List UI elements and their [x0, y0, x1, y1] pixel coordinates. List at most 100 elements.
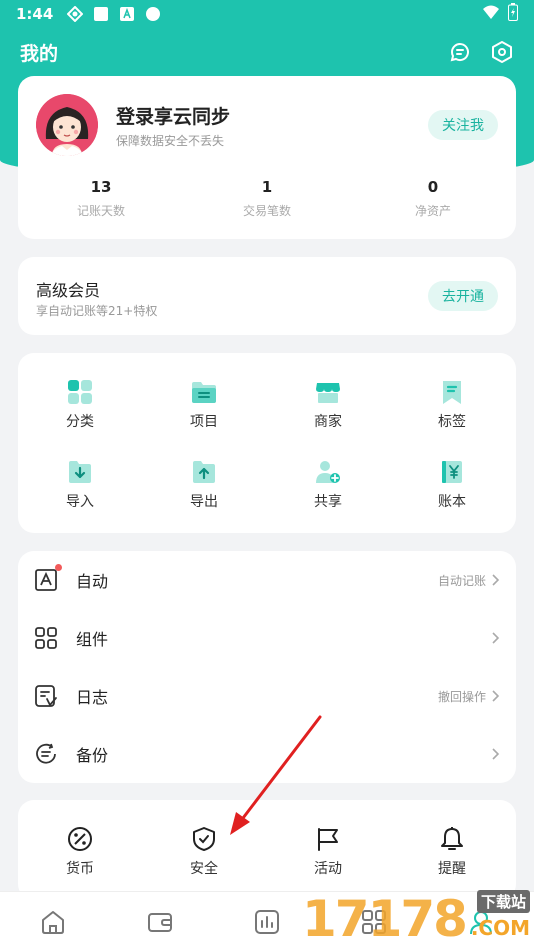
chevron-right-icon	[490, 689, 500, 703]
message-icon[interactable]	[448, 40, 472, 64]
stat-label: 净资产	[414, 204, 451, 218]
backup-icon	[34, 742, 58, 766]
project-folder-icon	[192, 382, 216, 403]
list-item-value: 撤回操作	[437, 689, 486, 704]
settings-list: 自动 自动记账 组件 日志 撤回操作 备份	[18, 551, 516, 783]
export-icon	[193, 461, 215, 483]
watermark-domain: .COM	[470, 916, 530, 940]
list-item-label: 自动	[76, 572, 109, 591]
list-item-auto[interactable]: 自动 自动记账	[18, 551, 516, 609]
chevron-right-icon	[490, 573, 500, 587]
ledger-yen-icon	[442, 461, 462, 483]
circle-notification-icon	[145, 6, 161, 22]
feature-grid: 分类 项目 商家 标签 导入 导出 共享 账本	[18, 353, 516, 533]
auto-a-icon	[34, 564, 62, 592]
grid-item-label: 商家	[314, 414, 342, 430]
vip-open-button[interactable]: 去开通	[428, 281, 498, 311]
bookmark-tag-icon	[443, 381, 461, 404]
widget-grid-icon	[34, 626, 58, 650]
tool-label: 活动	[314, 861, 342, 877]
chevron-right-icon	[490, 631, 500, 645]
shield-check-icon	[193, 827, 215, 851]
grid-item-tag[interactable]: 标签	[390, 379, 514, 449]
notification-badge	[55, 564, 62, 571]
list-item-label: 组件	[76, 630, 109, 649]
follow-button[interactable]: 关注我	[428, 110, 498, 140]
share-user-icon	[316, 461, 340, 483]
stat-label: 记账天数	[76, 204, 125, 218]
square-notification-icon	[93, 6, 109, 22]
stat-net-assets[interactable]: 0 净资产	[350, 178, 516, 219]
store-icon	[316, 383, 340, 403]
grid-item-store[interactable]: 商家	[266, 379, 390, 449]
grid-item-label: 标签	[438, 414, 466, 430]
wifi-icon	[482, 4, 500, 24]
vip-card[interactable]: 高级会员 享自动记账等21+特权 去开通	[18, 257, 516, 335]
tool-reminder[interactable]: 提醒	[390, 826, 514, 878]
watermark-digits: 17178	[302, 890, 468, 948]
letter-a-notification-icon	[119, 6, 135, 22]
profile-subtitle: 保障数据安全不丢失	[116, 134, 225, 148]
grid-item-export[interactable]: 导出	[142, 459, 266, 529]
list-item-label: 日志	[76, 688, 109, 707]
grid-item-label: 分类	[66, 414, 94, 430]
settings-icon[interactable]	[490, 40, 514, 64]
wallet-icon[interactable]	[147, 909, 173, 935]
grid-item-project[interactable]: 项目	[142, 379, 266, 449]
import-icon	[69, 461, 91, 483]
tools-card: 货币 安全 活动 提醒	[18, 800, 516, 900]
grid-item-category[interactable]: 分类	[18, 379, 142, 449]
grid-item-ledger[interactable]: 账本	[390, 459, 514, 529]
list-item-log[interactable]: 日志 撤回操作	[18, 667, 516, 725]
grid-item-label: 账本	[438, 494, 466, 510]
stat-value: 13	[90, 178, 112, 196]
tool-label: 货币	[66, 861, 94, 877]
category-icon	[68, 380, 92, 404]
vip-title: 高级会员	[36, 281, 101, 300]
battery-icon	[508, 3, 518, 25]
stat-value: 0	[427, 178, 439, 196]
list-item-right: 撤回操作	[438, 688, 500, 705]
list-item-backup[interactable]: 备份	[18, 725, 516, 783]
tool-activity[interactable]: 活动	[266, 826, 390, 878]
grid-item-import[interactable]: 导入	[18, 459, 142, 529]
grid-item-label: 导入	[66, 494, 94, 510]
tool-label: 提醒	[438, 861, 466, 877]
app-notification-icon	[66, 5, 84, 23]
status-bar: 1:44	[0, 0, 534, 28]
grid-item-label: 项目	[190, 414, 218, 430]
stat-label: 交易笔数	[242, 204, 291, 218]
vip-subtitle: 享自动记账等21+特权	[36, 304, 158, 318]
profile-name[interactable]: 登录享云同步	[116, 102, 230, 129]
list-item-right	[486, 747, 500, 761]
list-item-label: 备份	[76, 746, 109, 765]
grid-item-label: 导出	[190, 494, 218, 510]
log-icon	[34, 684, 58, 708]
tool-label: 安全	[190, 861, 218, 877]
statistics-icon[interactable]	[254, 909, 280, 935]
avatar[interactable]	[36, 94, 98, 156]
percent-currency-icon	[68, 827, 92, 851]
tool-security[interactable]: 安全	[142, 826, 266, 878]
page-title: 我的	[20, 42, 59, 65]
stat-transaction-count[interactable]: 1 交易笔数	[184, 178, 350, 219]
page-header: 我的	[0, 30, 534, 74]
status-time: 1:44	[16, 5, 54, 23]
list-item-value: 自动记账	[437, 573, 486, 588]
bell-icon	[441, 827, 463, 850]
list-item-right	[486, 631, 500, 645]
profile-stats: 13 记账天数 1 交易笔数 0 净资产	[18, 178, 516, 219]
list-item-widget[interactable]: 组件	[18, 609, 516, 667]
tool-currency[interactable]: 货币	[18, 826, 142, 878]
stat-bookkeeping-days[interactable]: 13 记账天数	[18, 178, 184, 219]
chevron-right-icon	[490, 747, 500, 761]
grid-item-share[interactable]: 共享	[266, 459, 390, 529]
site-watermark: 17178 下载站 .COM	[302, 888, 534, 950]
flag-icon	[318, 828, 338, 851]
watermark-site: 下载站	[476, 890, 530, 913]
home-icon[interactable]	[40, 909, 66, 935]
profile-card[interactable]: 登录享云同步 保障数据安全不丢失 关注我 13 记账天数 1 交易笔数 0 净资…	[18, 76, 516, 239]
list-item-right: 自动记账	[438, 572, 500, 589]
stat-value: 1	[261, 178, 273, 196]
grid-item-label: 共享	[314, 494, 342, 510]
